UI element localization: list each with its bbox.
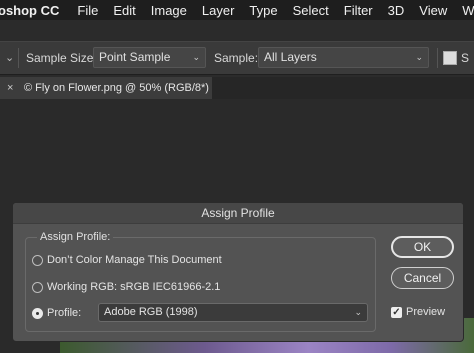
menu-view[interactable]: View	[419, 3, 447, 18]
menu-layer[interactable]: Layer	[202, 3, 235, 18]
radio-label: Working RGB: sRGB IEC61966-2.1	[47, 281, 221, 293]
menu-file[interactable]: File	[77, 3, 98, 18]
menu-edit[interactable]: Edit	[113, 3, 135, 18]
chevron-down-icon[interactable]: ⌄	[5, 51, 14, 64]
assign-profile-dialog: Assign Profile Assign Profile: Don’t Col…	[12, 202, 464, 342]
document-tab-title: © Fly on Flower.png @ 50% (RGB/8*)	[24, 82, 209, 94]
menu-select[interactable]: Select	[293, 3, 329, 18]
menu-type[interactable]: Type	[249, 3, 277, 18]
menu-window[interactable]: Win	[462, 3, 474, 18]
chevron-down-icon: ⌄	[415, 52, 423, 62]
cancel-button[interactable]: Cancel	[391, 267, 454, 289]
radio-selected-icon	[32, 308, 43, 319]
options-bar: ⌄ Sample Size: Point Sample ⌄ Sample: Al…	[0, 41, 474, 75]
sample-dropdown[interactable]: All Layers ⌄	[258, 47, 429, 68]
profile-value: Adobe RGB (1998)	[104, 306, 198, 318]
close-icon[interactable]: ×	[7, 77, 13, 99]
document-tab[interactable]: × © Fly on Flower.png @ 50% (RGB/8*)	[0, 77, 212, 99]
menu-filter[interactable]: Filter	[344, 3, 373, 18]
radio-icon	[32, 282, 43, 293]
chevron-down-icon: ⌄	[354, 307, 362, 317]
sample-label: Sample:	[214, 51, 259, 65]
radio-label: Don’t Color Manage This Document	[47, 254, 222, 266]
sample-size-dropdown[interactable]: Point Sample ⌄	[93, 47, 206, 68]
show-ring-checkbox[interactable]	[443, 51, 457, 65]
profile-dropdown[interactable]: Adobe RGB (1998) ⌄	[98, 303, 368, 322]
ok-button[interactable]: OK	[391, 236, 454, 258]
app-menu[interactable]: oshop CC	[0, 3, 59, 18]
menu-bar: oshop CC File Edit Image Layer Type Sele…	[0, 0, 474, 20]
sample-size-value: Point Sample	[99, 50, 171, 64]
dialog-title: Assign Profile	[13, 203, 463, 224]
sample-value: All Layers	[264, 50, 317, 64]
check-icon: ✓	[391, 307, 402, 318]
menu-3d[interactable]: 3D	[388, 3, 405, 18]
chevron-down-icon: ⌄	[192, 52, 200, 62]
divider	[437, 48, 438, 68]
sample-size-label: Sample Size:	[26, 51, 97, 65]
preview-label: Preview	[406, 306, 446, 318]
option-label: S	[461, 51, 470, 65]
group-label: Assign Profile:	[37, 231, 114, 243]
menu-image[interactable]: Image	[151, 3, 187, 18]
document-tab-bar: × © Fly on Flower.png @ 50% (RGB/8*)	[0, 77, 474, 99]
radio-icon	[32, 255, 43, 266]
radio-label: Profile:	[47, 307, 82, 319]
divider	[18, 48, 19, 68]
